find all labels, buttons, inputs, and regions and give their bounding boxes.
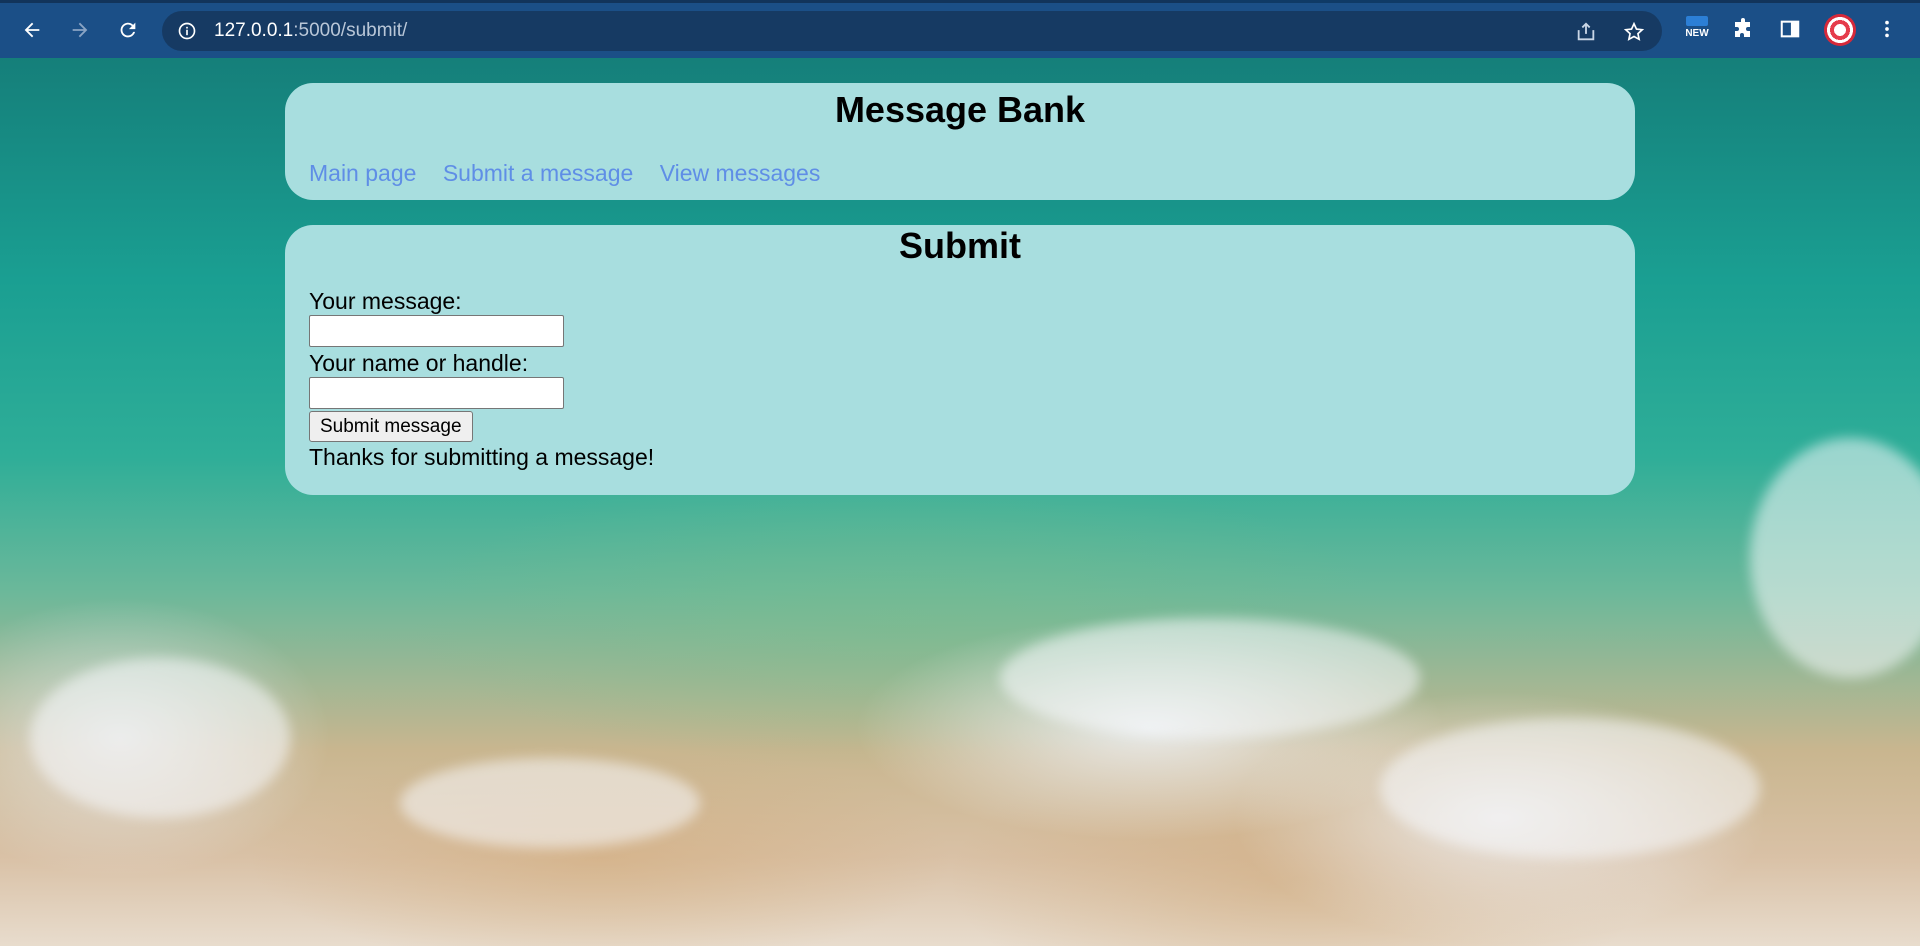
share-icon[interactable]: [1574, 20, 1598, 44]
background-foam: [30, 658, 290, 818]
puzzle-icon[interactable]: [1727, 13, 1759, 45]
nav-links: Main page Submit a message View messages: [309, 160, 840, 187]
message-input[interactable]: [309, 315, 564, 347]
extension-new-icon[interactable]: NEW: [1683, 16, 1711, 42]
url-text[interactable]: 127.0.0.1:5000/submit/: [214, 20, 407, 42]
submit-title: Submit: [899, 225, 1021, 266]
reload-icon: [120, 22, 136, 38]
page-viewport: Message Bank Main page Submit a message …: [0, 58, 1920, 946]
submit-message-button[interactable]: Submit message: [309, 411, 473, 442]
url-path: :5000/submit/: [293, 20, 408, 41]
background-foam: [1000, 618, 1420, 738]
header-card: Message Bank Main page Submit a message …: [285, 83, 1635, 200]
reload-button[interactable]: [110, 12, 146, 48]
nav-link-submit-message[interactable]: Submit a message: [443, 160, 633, 186]
thanks-message: Thanks for submitting a message!: [309, 444, 655, 470]
name-label: Your name or handle:: [309, 350, 529, 376]
background-foam: [1380, 718, 1760, 858]
submit-form: Your message: Your name or handle: Submi…: [309, 287, 654, 471]
background-foam: [1750, 438, 1920, 678]
menu-icon[interactable]: [1871, 13, 1903, 45]
back-button[interactable]: [14, 12, 50, 48]
profile-avatar[interactable]: [1824, 14, 1856, 46]
tab-strip-segment: [0, 0, 1210, 3]
submit-card: Submit Your message: Your name or handle…: [285, 225, 1635, 495]
back-icon: [24, 22, 40, 38]
name-input[interactable]: [309, 377, 564, 409]
url-host: 127.0.0.1: [214, 20, 294, 41]
extension-screen-shape: [1686, 16, 1708, 26]
page-title: Message Bank: [834, 89, 1086, 130]
tab-strip-segment: [1520, 0, 1920, 3]
info-icon[interactable]: [176, 20, 198, 42]
star-icon[interactable]: [1622, 20, 1646, 44]
sidepanel-icon[interactable]: [1774, 13, 1806, 45]
nav-link-view-messages[interactable]: View messages: [660, 160, 821, 186]
address-bar[interactable]: 127.0.0.1:5000/submit/: [162, 11, 1662, 51]
background-foam: [400, 758, 700, 848]
tab-strip-edge: [0, 0, 1920, 3]
forward-button[interactable]: [62, 12, 98, 48]
message-label: Your message:: [309, 288, 462, 314]
extension-new-label: NEW: [1685, 28, 1709, 39]
browser-toolbar: 127.0.0.1:5000/submit/ NEW: [0, 0, 1920, 58]
nav-link-main-page[interactable]: Main page: [309, 160, 416, 186]
forward-icon: [72, 22, 88, 38]
